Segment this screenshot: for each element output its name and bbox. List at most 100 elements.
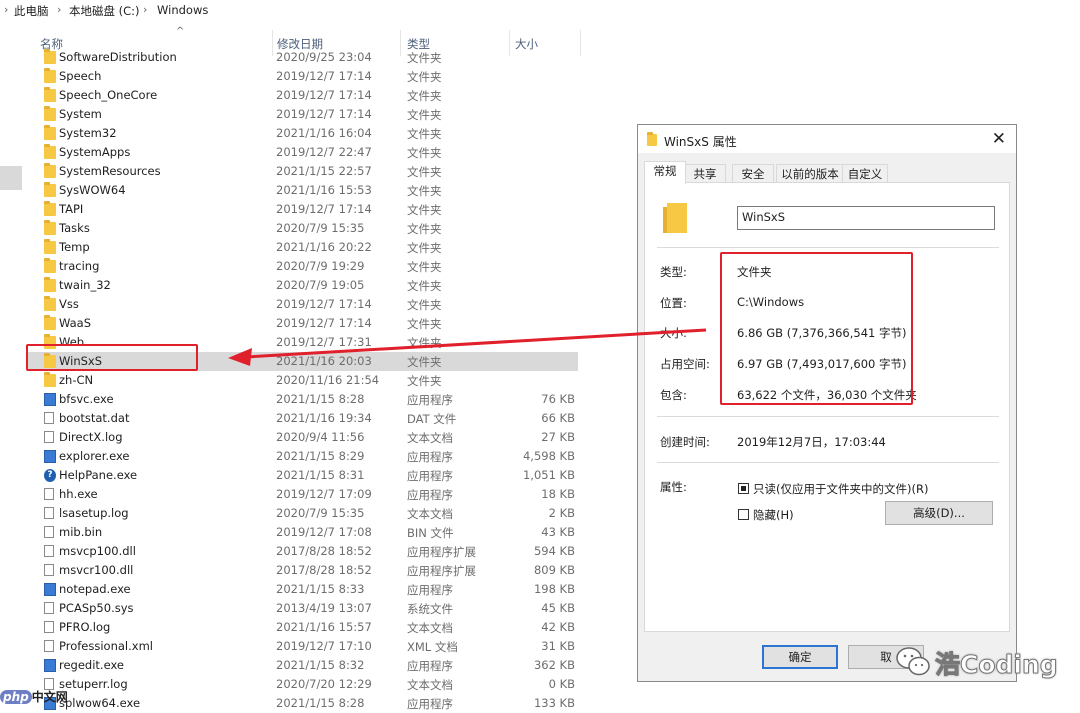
file-row[interactable]: Speech_OneCore 2019/12/7 17:14 文件夹 [28, 86, 578, 105]
file-row[interactable]: explorer.exe 2021/1/15 8:29 应用程序 4,598 KB [28, 447, 578, 466]
file-type: 文件夹 [407, 108, 442, 122]
folder-icon [44, 144, 56, 159]
file-row[interactable]: Temp 2021/1/16 20:22 文件夹 [28, 238, 578, 257]
tab-general[interactable]: 常规 [644, 161, 686, 184]
breadcrumb-windows[interactable]: Windows [157, 3, 208, 17]
file-row[interactable]: twain_32 2020/7/9 19:05 文件夹 [28, 276, 578, 295]
file-size: 0 KB [548, 677, 575, 691]
file-row[interactable]: bfsvc.exe 2021/1/15 8:28 应用程序 76 KB [28, 390, 578, 409]
file-row[interactable]: splwow64.exe 2021/1/15 8:28 应用程序 133 KB [28, 694, 578, 713]
file-name: Vss [59, 297, 79, 311]
file-type: BIN 文件 [407, 526, 454, 540]
file-row[interactable]: SystemResources 2021/1/15 22:57 文件夹 [28, 162, 578, 181]
file-row[interactable]: tracing 2020/7/9 19:29 文件夹 [28, 257, 578, 276]
folder-name-input[interactable]: WinSxS [737, 206, 995, 230]
logo-badge: php [0, 690, 32, 704]
divider [657, 247, 999, 248]
file-name: Temp [59, 240, 90, 254]
help-icon: ? [44, 469, 56, 482]
file-row[interactable]: mib.bin 2019/12/7 17:08 BIN 文件 43 KB [28, 523, 578, 542]
file-row[interactable]: Vss 2019/12/7 17:14 文件夹 [28, 295, 578, 314]
breadcrumb-local-disk[interactable]: 本地磁盘 (C:) [69, 3, 140, 19]
exe-icon [44, 393, 56, 406]
tab-sharing[interactable]: 共享 [684, 164, 726, 183]
tab-security[interactable]: 安全 [732, 164, 774, 183]
file-type: 文本文档 [407, 431, 453, 445]
file-date: 2021/1/15 8:28 [276, 392, 365, 406]
column-divider[interactable] [580, 30, 581, 56]
file-row[interactable]: PCASp50.sys 2013/4/19 13:07 系统文件 45 KB [28, 599, 578, 618]
file-row[interactable]: lsasetup.log 2020/7/9 15:35 文本文档 2 KB [28, 504, 578, 523]
wechat-icon [896, 647, 930, 676]
file-row[interactable]: System32 2021/1/16 16:04 文件夹 [28, 124, 578, 143]
file-row[interactable]: ? HelpPane.exe 2021/1/15 8:31 应用程序 1,051 KB [28, 466, 578, 485]
file-type: 应用程序 [407, 450, 453, 464]
file-date: 2021/1/15 8:29 [276, 449, 365, 463]
file-name: Speech [59, 69, 102, 83]
file-name: DirectX.log [59, 430, 123, 444]
tab-customize[interactable]: 自定义 [842, 164, 888, 183]
file-date: 2019/12/7 17:10 [276, 639, 372, 653]
breadcrumb-this-pc[interactable]: 此电脑 [14, 3, 49, 19]
file-date: 2019/12/7 17:08 [276, 525, 372, 539]
file-row[interactable]: hh.exe 2019/12/7 17:09 应用程序 18 KB [28, 485, 578, 504]
file-date: 2019/12/7 22:47 [276, 145, 372, 159]
file-row[interactable]: DirectX.log 2020/9/4 11:56 文本文档 27 KB [28, 428, 578, 447]
file-row[interactable]: WaaS 2019/12/7 17:14 文件夹 [28, 314, 578, 333]
file-row[interactable]: zh-CN 2020/11/16 21:54 文件夹 [28, 371, 578, 390]
hidden-label[interactable]: 隐藏(H) [753, 507, 794, 523]
file-row[interactable]: Tasks 2020/7/9 15:35 文件夹 [28, 219, 578, 238]
file-name: PCASp50.sys [59, 601, 134, 615]
file-row[interactable]: msvcr100.dll 2017/8/28 18:52 应用程序扩展 809 KB [28, 561, 578, 580]
file-row[interactable]: SystemApps 2019/12/7 22:47 文件夹 [28, 143, 578, 162]
exe-icon [44, 583, 56, 596]
file-row[interactable]: System 2019/12/7 17:14 文件夹 [28, 105, 578, 124]
file-name: bootstat.dat [59, 411, 130, 425]
file-size: 362 KB [533, 658, 575, 672]
dialog-titlebar[interactable]: WinSxS 属性 ✕ [638, 125, 1016, 153]
file-row[interactable]: SoftwareDistribution 2020/9/25 23:04 文件夹 [28, 48, 578, 67]
file-type: 文件夹 [407, 146, 442, 160]
file-row[interactable]: msvcp100.dll 2017/8/28 18:52 应用程序扩展 594 KB [28, 542, 578, 561]
file-name: tracing [59, 259, 100, 273]
address-bar[interactable]: › 此电脑 › 本地磁盘 (C:) › Windows [0, 0, 1080, 20]
readonly-label[interactable]: 只读(仅应用于文件夹中的文件)(R) [753, 481, 928, 497]
file-date: 2020/9/25 23:04 [276, 50, 372, 64]
file-type: 文件夹 [407, 127, 442, 141]
file-row[interactable]: Professional.xml 2019/12/7 17:10 XML 文档 31 … [28, 637, 578, 656]
file-type: 文件夹 [407, 298, 442, 312]
hidden-checkbox[interactable] [738, 509, 749, 520]
contains-label: 包含: [660, 388, 687, 402]
file-type: 应用程序扩展 [407, 545, 476, 559]
file-row[interactable]: bootstat.dat 2021/1/16 19:34 DAT 文件 66 KB [28, 409, 578, 428]
file-size: 2 KB [548, 506, 575, 520]
navigation-pane [0, 22, 28, 708]
size-label: 大小: [660, 326, 687, 340]
advanced-button[interactable]: 高级(D)... [885, 501, 993, 525]
ok-button[interactable]: 确定 [762, 645, 838, 669]
folder-icon [44, 163, 56, 178]
file-date: 2020/7/9 15:35 [276, 506, 365, 520]
folder-icon [44, 296, 56, 311]
file-date: 2019/12/7 17:14 [276, 202, 372, 216]
file-name: regedit.exe [59, 658, 124, 672]
file-type: 文件夹 [407, 241, 442, 255]
file-type: 系统文件 [407, 602, 453, 616]
file-row[interactable]: setuperr.log 2020/7/20 12:29 文本文档 0 KB [28, 675, 578, 694]
navigation-pane-selected-item[interactable] [0, 166, 22, 190]
file-row[interactable]: PFRO.log 2021/1/16 15:57 文本文档 42 KB [28, 618, 578, 637]
watermark: 浩Coding [895, 645, 1058, 682]
file-type: 应用程序 [407, 488, 453, 502]
file-row[interactable]: TAPI 2019/12/7 17:14 文件夹 [28, 200, 578, 219]
file-row[interactable]: SysWOW64 2021/1/16 15:53 文件夹 [28, 181, 578, 200]
close-icon[interactable]: ✕ [992, 129, 1006, 149]
file-row[interactable]: notepad.exe 2021/1/15 8:33 应用程序 198 KB [28, 580, 578, 599]
file-name: WaaS [59, 316, 92, 330]
file-row[interactable]: Speech 2019/12/7 17:14 文件夹 [28, 67, 578, 86]
readonly-checkbox[interactable] [738, 483, 749, 494]
folder-icon [44, 315, 56, 330]
tab-previous-versions[interactable]: 以前的版本 [776, 164, 844, 183]
explorer-icon [44, 450, 56, 463]
file-row[interactable]: regedit.exe 2021/1/15 8:32 应用程序 362 KB [28, 656, 578, 675]
file-type: 应用程序 [407, 469, 453, 483]
